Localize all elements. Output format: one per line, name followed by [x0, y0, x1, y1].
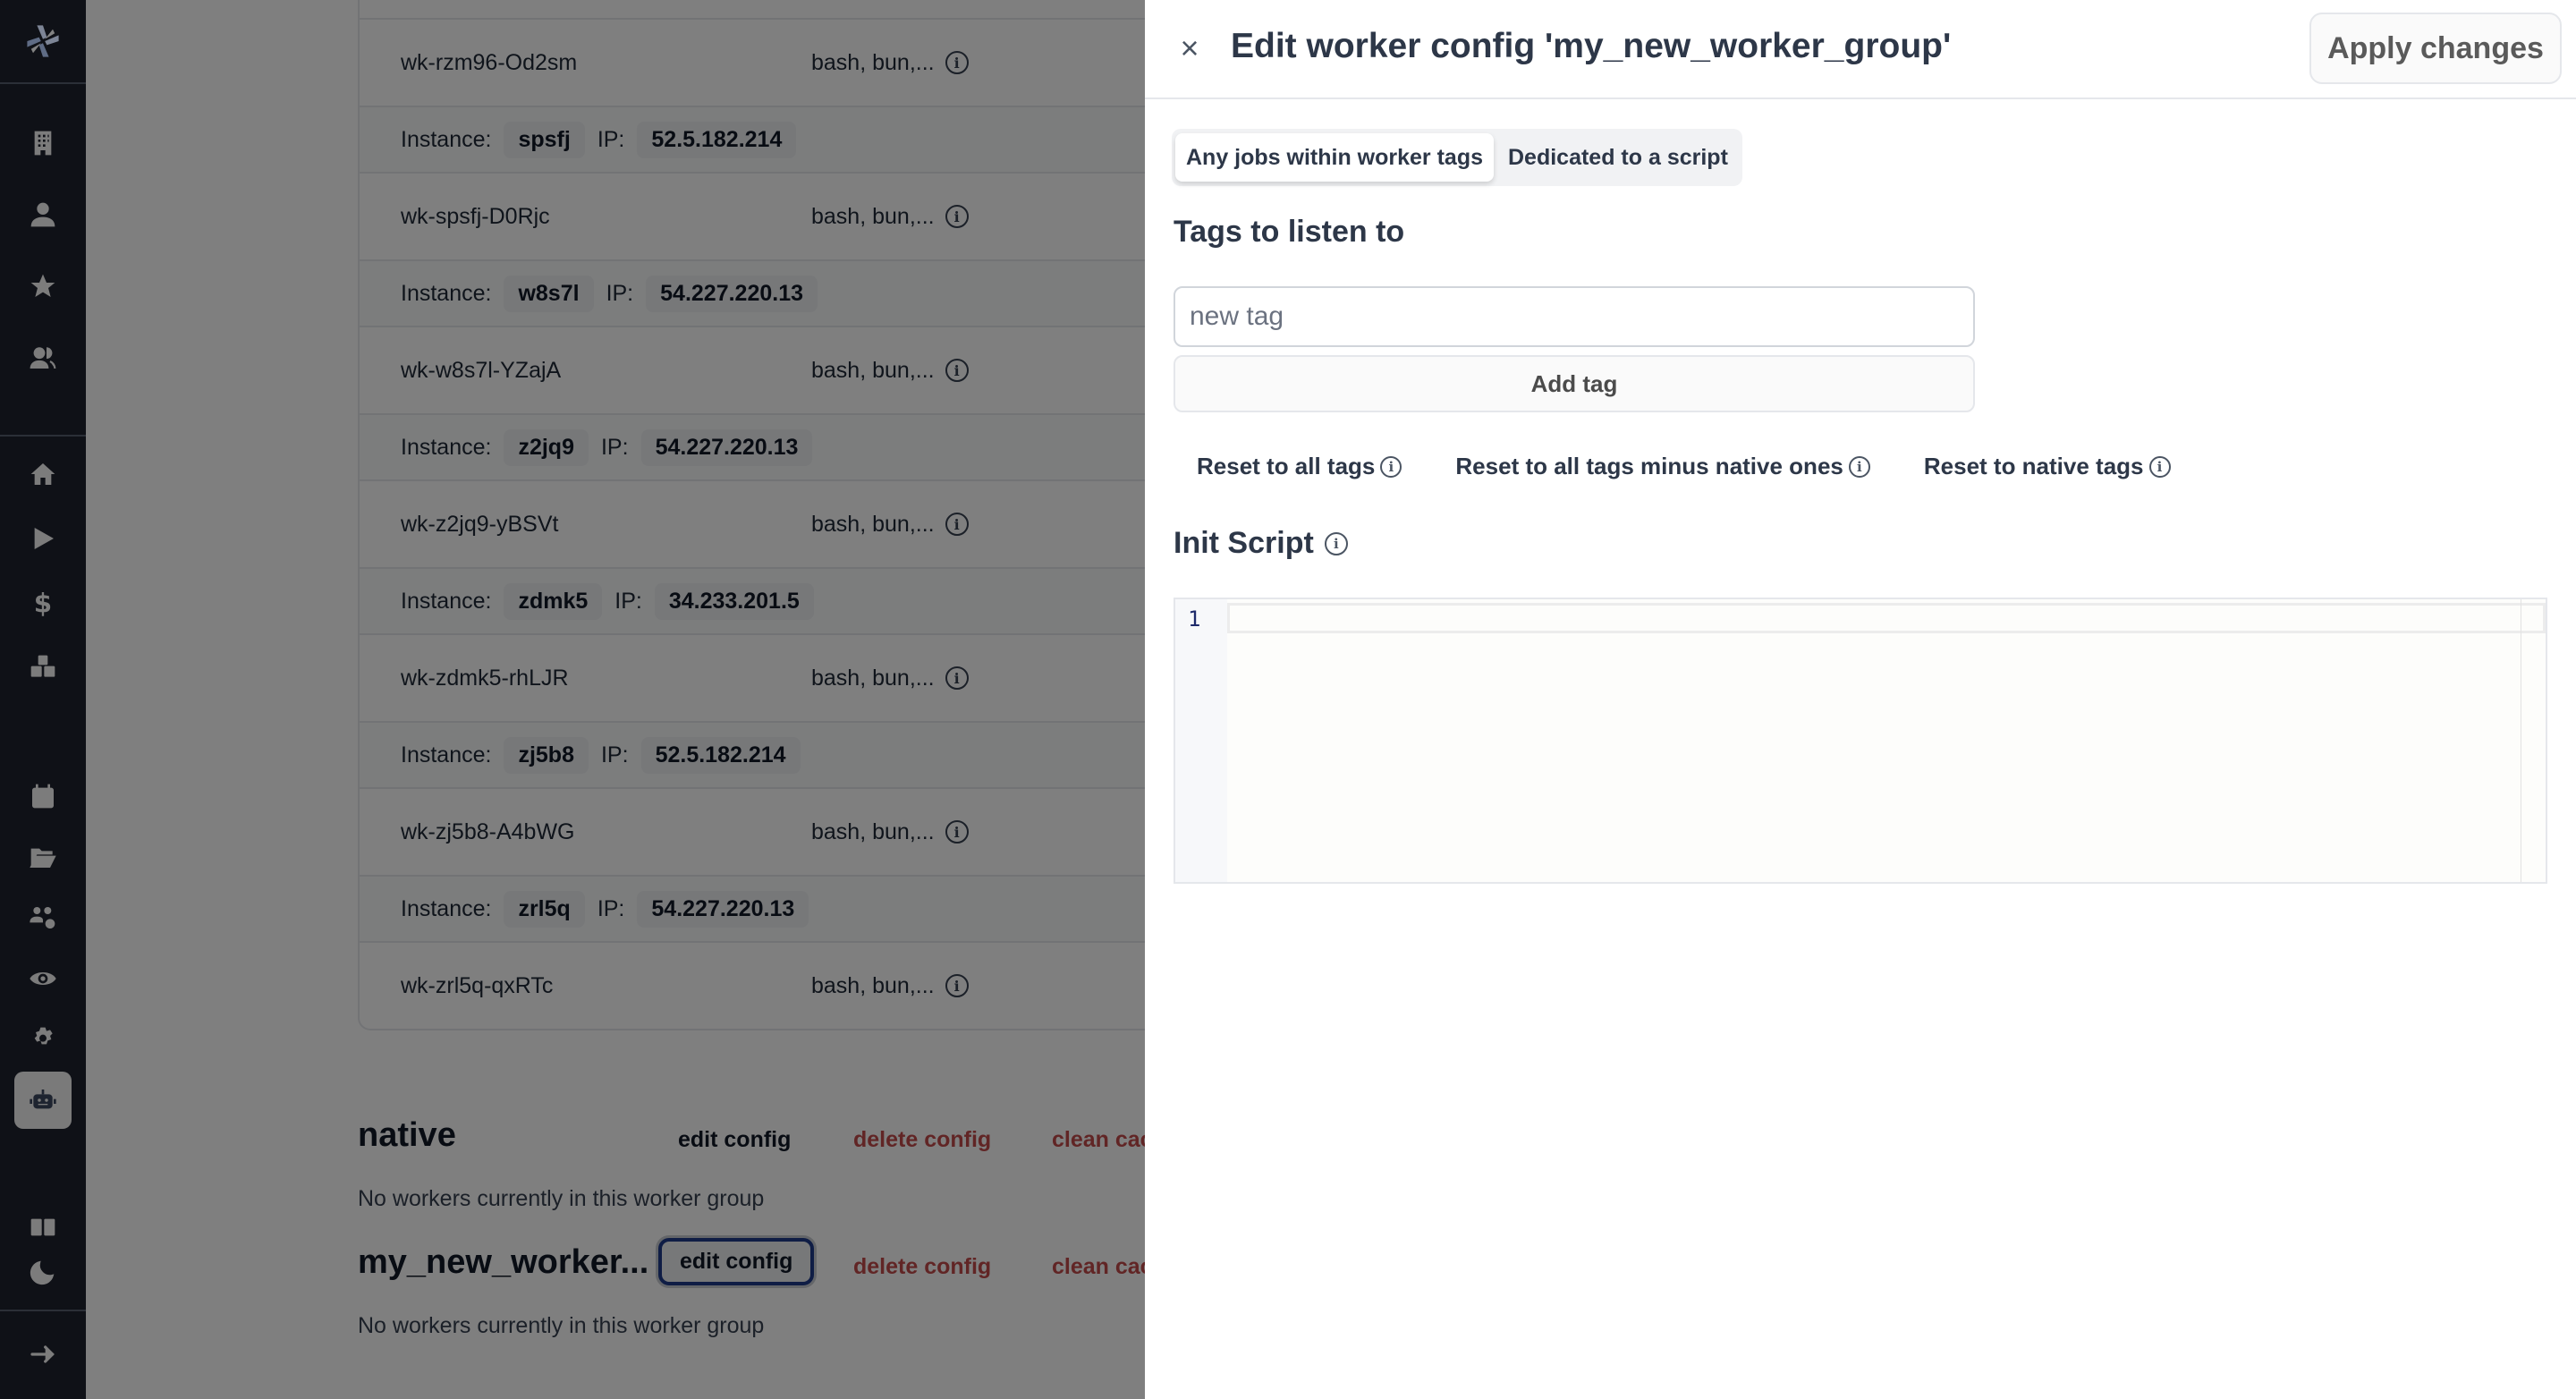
- folder-icon: [30, 848, 56, 868]
- editor-gutter: 1: [1175, 599, 1227, 882]
- sidebar-item-home[interactable]: [14, 445, 72, 503]
- reset-all-minus-native-button[interactable]: Reset to all tags minus native ones i: [1455, 453, 1870, 480]
- reset-native-tags-button[interactable]: Reset to native tags i: [1924, 453, 2171, 480]
- init-script-title-text: Init Script: [1174, 526, 1314, 560]
- users-gear-icon: [30, 907, 55, 928]
- reset-all-minus-native-label: Reset to all tags minus native ones: [1455, 453, 1843, 479]
- sidebar-item-runs[interactable]: [14, 510, 72, 567]
- eye-icon: [30, 972, 56, 985]
- edit-worker-config-drawer: × Edit worker config 'my_new_worker_grou…: [1145, 0, 2576, 1399]
- windmill-logo-icon[interactable]: [0, 0, 86, 84]
- line-number: 1: [1188, 606, 1201, 632]
- tags-section-title: Tags to listen to: [1174, 215, 1404, 250]
- info-icon[interactable]: i: [2148, 455, 2171, 478]
- svg-text:$: $: [34, 589, 52, 617]
- sidebar-item-schedules[interactable]: [14, 767, 72, 825]
- reset-tags-row: Reset to all tags i Reset to all tags mi…: [1197, 453, 2171, 480]
- home-icon: [30, 463, 55, 485]
- dollar-icon: $: [34, 589, 52, 617]
- users-icon: [30, 347, 56, 369]
- init-script-title: Init Script i: [1174, 526, 1348, 561]
- mode-option-dedicated[interactable]: Dedicated to a script: [1497, 133, 1739, 182]
- gear-icon: [34, 1027, 53, 1045]
- moon-icon: [30, 1260, 55, 1285]
- sidebar-item-groups[interactable]: [14, 329, 72, 386]
- star-icon: [30, 274, 55, 297]
- worker-mode-toggle: Any jobs within worker tags Dedicated to…: [1172, 129, 1742, 186]
- sidebar: $: [0, 0, 86, 1399]
- add-tag-button[interactable]: Add tag: [1174, 355, 1975, 412]
- sidebar-item-workers[interactable]: [14, 1072, 72, 1129]
- editor-scrollbar[interactable]: [2521, 599, 2546, 882]
- mode-option-any-jobs[interactable]: Any jobs within worker tags: [1175, 133, 1494, 182]
- info-icon[interactable]: i: [1380, 455, 1402, 478]
- sidebar-item-expand[interactable]: [14, 1326, 72, 1383]
- sidebar-item-settings[interactable]: [14, 1011, 72, 1068]
- robot-icon: [30, 1090, 56, 1109]
- tags-title-text: Tags to listen to: [1174, 215, 1405, 249]
- new-tag-input[interactable]: [1174, 286, 1975, 347]
- drawer-header: × Edit worker config 'my_new_worker_grou…: [1145, 0, 2576, 99]
- arrow-right-icon: [30, 1345, 55, 1363]
- book-icon: [30, 1218, 55, 1236]
- user-icon: [30, 202, 55, 227]
- sidebar-item-folders[interactable]: [14, 828, 72, 886]
- building-icon: [34, 131, 52, 156]
- sidebar-item-audit-logs[interactable]: [14, 950, 72, 1007]
- close-icon[interactable]: ×: [1172, 27, 1208, 70]
- play-icon: [34, 528, 54, 549]
- sidebar-item-dark-mode[interactable]: [14, 1243, 72, 1301]
- editor-active-line[interactable]: [1227, 603, 2546, 633]
- info-icon[interactable]: i: [1848, 455, 1870, 478]
- cubes-icon: [30, 655, 55, 677]
- drawer-title: Edit worker config 'my_new_worker_group': [1231, 27, 1952, 65]
- sidebar-item-resources[interactable]: [14, 639, 72, 696]
- info-icon[interactable]: i: [1324, 531, 1348, 555]
- sidebar-item-variables[interactable]: $: [14, 574, 72, 632]
- init-script-editor[interactable]: 1: [1174, 598, 2547, 884]
- reset-all-tags-label: Reset to all tags: [1197, 453, 1376, 479]
- apply-changes-button[interactable]: Apply changes: [2309, 13, 2562, 84]
- sidebar-item-user[interactable]: [14, 186, 72, 243]
- modal-backdrop[interactable]: [86, 0, 1145, 1399]
- reset-native-tags-label: Reset to native tags: [1923, 453, 2144, 479]
- sidebar-item-favorites[interactable]: [14, 258, 72, 315]
- sidebar-item-groups-settings[interactable]: [14, 889, 72, 946]
- sidebar-item-workspace[interactable]: [14, 114, 72, 172]
- reset-all-tags-button[interactable]: Reset to all tags i: [1197, 453, 1402, 480]
- calendar-icon: [32, 784, 54, 809]
